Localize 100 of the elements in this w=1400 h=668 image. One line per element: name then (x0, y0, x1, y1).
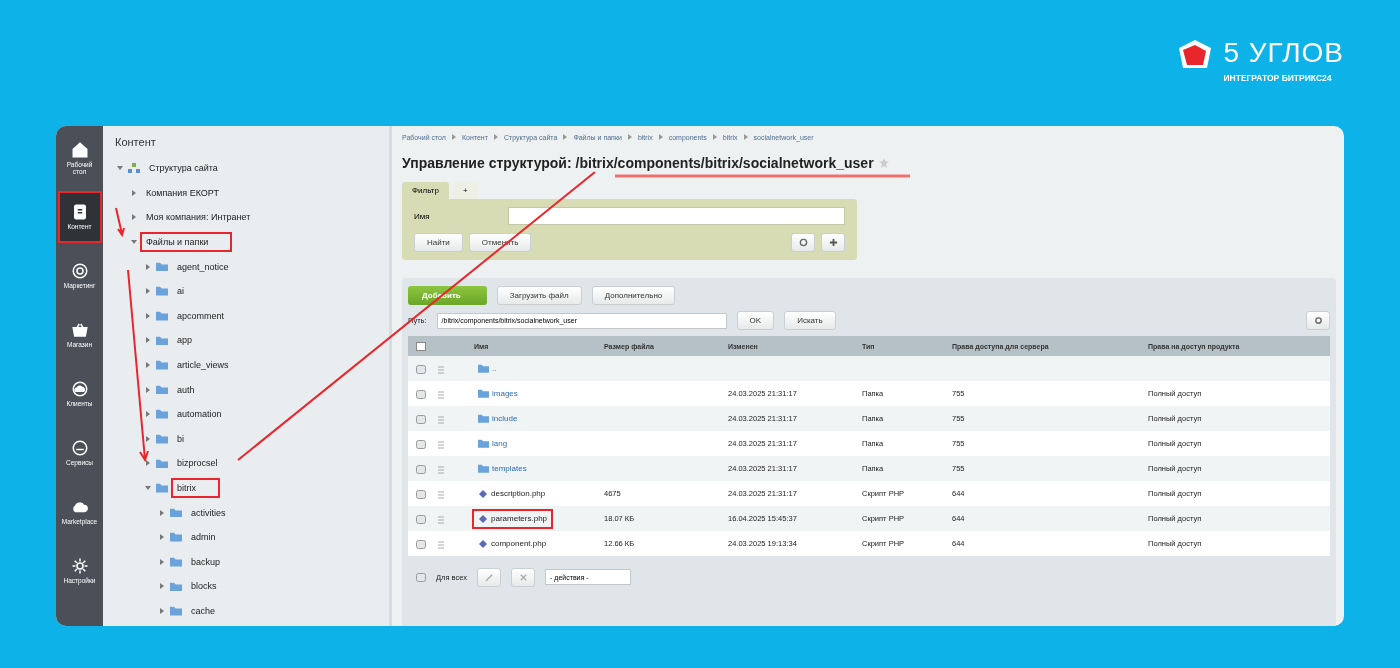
circle-icon (798, 238, 808, 247)
site-structure-icon (128, 162, 140, 174)
chevron-icon (712, 134, 717, 140)
folder-icon (170, 507, 182, 518)
collapse-arrow-icon[interactable] (145, 485, 151, 491)
expand-arrow-icon[interactable] (131, 189, 137, 196)
tree-item[interactable]: bizprocsel (173, 455, 222, 472)
path-button[interactable]: Искать (784, 311, 836, 330)
tree-item[interactable]: bitrix (173, 480, 218, 496)
expand-arrow-icon[interactable] (159, 509, 165, 516)
file-icon (478, 513, 488, 524)
reset-button[interactable] (791, 233, 815, 252)
filter-tab[interactable]: Фильтр (402, 182, 449, 199)
drag-handle-icon[interactable] (438, 415, 444, 424)
chevron-icon (451, 134, 456, 140)
row-menu-icon[interactable] (416, 414, 426, 424)
expand-arrow-icon[interactable] (145, 435, 151, 442)
folder-icon (156, 434, 168, 444)
folder-icon (156, 311, 168, 321)
file-link[interactable]: templates (474, 461, 531, 476)
tree-item[interactable]: backup (187, 553, 225, 570)
page-title: Управление структурой: (402, 155, 572, 171)
row-menu-icon[interactable] (416, 439, 426, 449)
drag-handle-icon[interactable] (438, 440, 444, 449)
more-dropdown[interactable]: Дополнительно (591, 286, 676, 305)
tree-item[interactable]: automation (173, 406, 226, 423)
tree-item[interactable]: agent_notice (173, 258, 233, 275)
expand-arrow-icon[interactable] (159, 583, 165, 590)
tree-item[interactable]: auth (173, 381, 199, 398)
file-link[interactable]: description.php (474, 485, 550, 502)
row-menu-icon[interactable] (416, 364, 426, 374)
star-icon[interactable] (877, 157, 890, 169)
drag-handle-icon[interactable] (438, 465, 444, 474)
drag-handle-icon[interactable] (438, 390, 444, 399)
tree-item[interactable]: blocks (187, 578, 221, 595)
expand-arrow-icon[interactable] (159, 534, 165, 541)
drag-handle-icon[interactable] (438, 365, 444, 374)
tree-item[interactable]: admin (187, 529, 220, 546)
filter-tab[interactable]: + (452, 182, 478, 199)
tree-item[interactable]: ai (173, 283, 188, 300)
tree-item[interactable]: Моя компания: Интранет (142, 209, 255, 226)
expand-arrow-icon[interactable] (145, 288, 151, 295)
row-menu-icon[interactable] (416, 514, 426, 524)
target-icon (70, 262, 89, 281)
file-link[interactable]: component.php (474, 535, 551, 552)
home-icon (70, 140, 89, 159)
settings-button[interactable] (1306, 311, 1330, 330)
expand-arrow-icon[interactable] (159, 608, 165, 614)
basket-icon (70, 321, 89, 340)
row-menu-icon[interactable] (416, 572, 426, 582)
folder-icon (478, 464, 489, 473)
expand-arrow-icon[interactable] (145, 411, 151, 418)
tree-item[interactable]: cache (187, 603, 220, 619)
row-menu-icon[interactable] (416, 389, 426, 399)
expand-arrow-icon[interactable] (131, 214, 137, 221)
tree-item[interactable]: Компания ЕКОРТ (142, 184, 223, 201)
brand-name: 5 УГЛОВ (1223, 38, 1344, 69)
upload-button[interactable]: Загрузить файл (496, 286, 582, 305)
folder-icon (170, 581, 182, 592)
close-icon (518, 572, 528, 582)
tree-item[interactable]: bi (173, 430, 188, 447)
folder-icon (156, 409, 168, 420)
expand-arrow-icon[interactable] (145, 337, 151, 344)
file-link[interactable]: .. (474, 361, 501, 376)
expand-arrow-icon[interactable] (145, 386, 151, 393)
expand-arrow-icon[interactable] (159, 558, 165, 565)
collapse-arrow-icon[interactable] (117, 165, 123, 172)
row-menu-icon[interactable] (416, 489, 426, 499)
file-link[interactable]: parameters.php (474, 510, 552, 527)
expand-arrow-icon[interactable] (145, 312, 151, 319)
name-field[interactable] (508, 207, 845, 225)
row-menu-icon[interactable] (416, 464, 426, 474)
drag-handle-icon[interactable] (438, 490, 444, 499)
service-icon (70, 439, 89, 458)
expand-arrow-icon[interactable] (145, 362, 151, 369)
drag-handle-icon[interactable] (438, 515, 444, 524)
add-filter-button[interactable] (821, 233, 845, 252)
expand-arrow-icon[interactable] (145, 460, 151, 467)
folder-icon (156, 335, 168, 346)
file-link[interactable]: lang (474, 436, 512, 451)
tree-item[interactable]: Структура сайта (145, 160, 222, 177)
file-link[interactable]: include (474, 411, 522, 426)
checkbox[interactable] (416, 341, 426, 351)
panel-title: Контент (115, 136, 157, 148)
plus-icon (828, 238, 838, 247)
brand-tagline: ИНТЕГРАТОР БИТРИКС24 (1223, 72, 1332, 83)
file-link[interactable]: images (474, 386, 522, 401)
row-menu-icon[interactable] (416, 539, 426, 549)
drag-handle-icon[interactable] (438, 540, 444, 549)
folder-icon (156, 458, 168, 469)
filter-button[interactable]: Найти (414, 233, 463, 252)
expand-arrow-icon[interactable] (145, 263, 151, 270)
collapse-arrow-icon[interactable] (131, 239, 137, 246)
tree-item[interactable]: Файлы и папки (142, 234, 231, 251)
tree-item[interactable]: app (173, 332, 197, 349)
folder-icon (156, 360, 168, 370)
tree-item[interactable]: activities (187, 504, 230, 521)
tree-item[interactable]: apcomment (173, 307, 229, 324)
path-button[interactable]: OK (736, 311, 775, 330)
tree-item[interactable]: article_views (173, 357, 233, 374)
